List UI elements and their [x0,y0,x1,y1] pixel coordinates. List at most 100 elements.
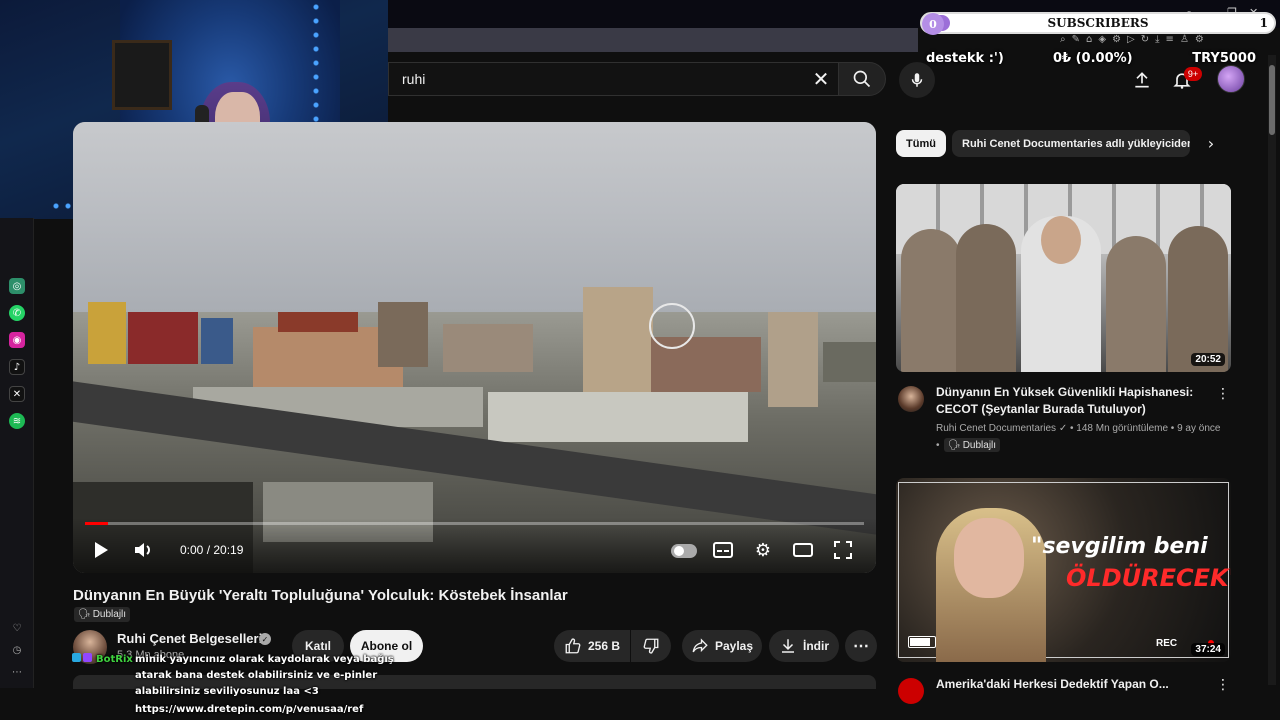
share-icon [692,638,708,653]
left-social-strip: ◎ ✆ ◉ ♪ ✕ ≋ ♡ ◷ ⋯ [0,218,34,688]
settings-button[interactable]: ⚙ [751,539,775,561]
gear-icon: ⚙ [754,539,772,561]
scroll-thumb[interactable] [1269,65,1275,135]
chip-all[interactable]: Tümü [896,130,946,157]
zoom-icon[interactable]: ⌕ [1060,34,1066,46]
more-options-icon[interactable]: ⋮ [1216,676,1230,694]
channel-avatar[interactable] [898,386,924,412]
recommendation-channel-name: Ruhi Cenet Documentaries [936,423,1057,434]
search-icon [853,70,871,88]
progress-bar[interactable] [85,522,864,525]
ferris-wheel-icon [649,303,695,349]
moderator-badge-icon [72,653,81,662]
recommendation-channel: Ruhi Cenet Documentaries ✓ • 148 Mn görü… [936,423,1221,434]
video-player[interactable]: 0:00 / 20:19 ⚙ [73,122,876,573]
like-count: 256 B [587,639,621,653]
clock-icon[interactable]: ◷ [9,642,25,658]
upload-button[interactable] [1130,68,1154,92]
donate-goal: TRY5000 [1192,51,1256,66]
more-actions-button[interactable]: ⋯ [845,630,877,662]
refresh-icon[interactable]: ↻ [1141,34,1149,46]
x-icon[interactable]: ✕ [9,386,25,402]
recommendation-title[interactable]: Amerika'daki Herkesi Dedektif Yapan O... [936,676,1211,693]
fullscreen-button[interactable] [831,540,855,560]
browser-extension-icons: ⌕ ✎ ⌂ ◈ ⚙ ▷ ↻ ⤓ ≡ ♙ ⚙ [1060,34,1275,46]
edit-icon[interactable]: ✎ [1072,34,1080,46]
chatgpt-icon[interactable]: ◎ [9,278,25,294]
chat-line: atarak bana destek olabilirsiniz ve e-pi… [135,670,378,681]
search-query: ruhi [402,71,426,87]
autoplay-toggle[interactable] [671,544,697,558]
subtitles-button[interactable] [711,540,735,560]
channel-avatar[interactable] [898,678,924,704]
notifications-badge: 9+ [1184,67,1202,81]
like-button[interactable]: 256 B [554,630,630,662]
play-button[interactable] [87,538,115,562]
donate-amount: 0₺ (0.00%) [1053,51,1133,66]
thumbnail-text: ÖLDÜRECEK" [1066,564,1231,592]
more-options-icon[interactable]: ⋮ [1216,385,1230,403]
dubbed-tag: 🗣 Dublajlı [944,438,1001,452]
time-display: 0:00 / 20:19 [180,543,244,557]
dub-icon: 🗣 [78,609,91,620]
play-icon[interactable]: ▷ [1127,34,1135,46]
upload-icon [1135,72,1149,88]
thumbnail-text: "sevgilim beni [1031,534,1208,559]
instagram-icon[interactable]: ◉ [9,332,25,348]
subscribers-label: SUBSCRIBERS [1047,16,1149,30]
recommendation-meta: 148 Mn görüntüleme • 9 ay önce [1076,423,1221,434]
extensions-icon[interactable]: ⚙ [1195,34,1204,46]
download-icon[interactable]: ⤓ [1155,34,1159,46]
user-icon[interactable]: ♙ [1180,34,1189,46]
tiktok-icon[interactable]: ♪ [9,359,25,375]
dubbed-tag: 🗣 Dublajlı [74,607,131,622]
thumbs-down-icon [643,638,659,654]
verified-icon: ✓ [1058,423,1068,434]
search-input[interactable]: ruhi [388,62,838,96]
easel-canvas [112,40,172,110]
battery-icon [908,636,936,648]
heart-icon[interactable]: ♡ [9,620,25,636]
subtitles-icon [713,542,733,558]
home-icon[interactable]: ⌂ [1086,34,1092,46]
avatar[interactable] [1217,65,1245,93]
search-button[interactable] [838,62,886,96]
theater-icon [793,543,813,557]
subscribers-goal: 1 [1259,16,1268,30]
chevron-right-icon[interactable]: › [1200,132,1222,154]
play-icon [95,542,108,558]
recommendation-thumbnail[interactable]: "sevgilim beni ÖLDÜRECEK" REC 37:24 [896,478,1231,662]
chat-username: BotRix [96,654,133,665]
whatsapp-icon[interactable]: ✆ [9,305,25,321]
thumbs-up-icon [565,638,581,654]
share-label: Paylaş [714,639,754,653]
recommendation-title[interactable]: Dünyanın En Yüksek Güvenlikli Hapishanes… [936,384,1211,418]
spotify-icon[interactable]: ≋ [9,413,25,429]
recommendation-thumbnail[interactable]: 20:52 [896,184,1231,372]
dub-icon: 🗣 [948,439,961,451]
theater-mode-button[interactable] [791,540,815,560]
volume-button[interactable] [129,538,157,562]
chip-uploads[interactable]: Ruhi Cenet Documentaries adlı yükleyicid… [952,130,1190,157]
chat-link: https://www.dretepin.com/p/venusaa/ref [135,704,364,715]
download-icon [782,639,794,653]
dislike-button[interactable] [631,630,671,662]
channel-name[interactable]: Ruhi Çenet Belgeselleri [117,631,262,646]
share-button[interactable]: Paylaş [682,630,762,662]
verified-icon: ✓ [259,633,271,645]
video-duration: 37:24 [1191,643,1225,656]
dubbed-label: Dublajlı [92,609,127,620]
menu-icon[interactable]: ≡ [1166,34,1174,46]
gear-icon[interactable]: ⚙ [1112,34,1121,46]
voice-search-button[interactable] [899,62,935,98]
shield-icon[interactable]: ◈ [1098,34,1106,46]
more-icon: ⋯ [853,638,869,655]
donation-goal-row: destekk :') 0₺ (0.00%) TRY5000 [926,51,1256,69]
close-icon[interactable]: ✕ [808,66,834,92]
bot-badge-icon [83,653,92,662]
fullscreen-icon [834,541,852,559]
page-scrollbar[interactable] [1268,55,1276,685]
download-button[interactable]: İndir [769,630,839,662]
mic-icon [911,73,923,87]
more-icon[interactable]: ⋯ [9,664,25,680]
